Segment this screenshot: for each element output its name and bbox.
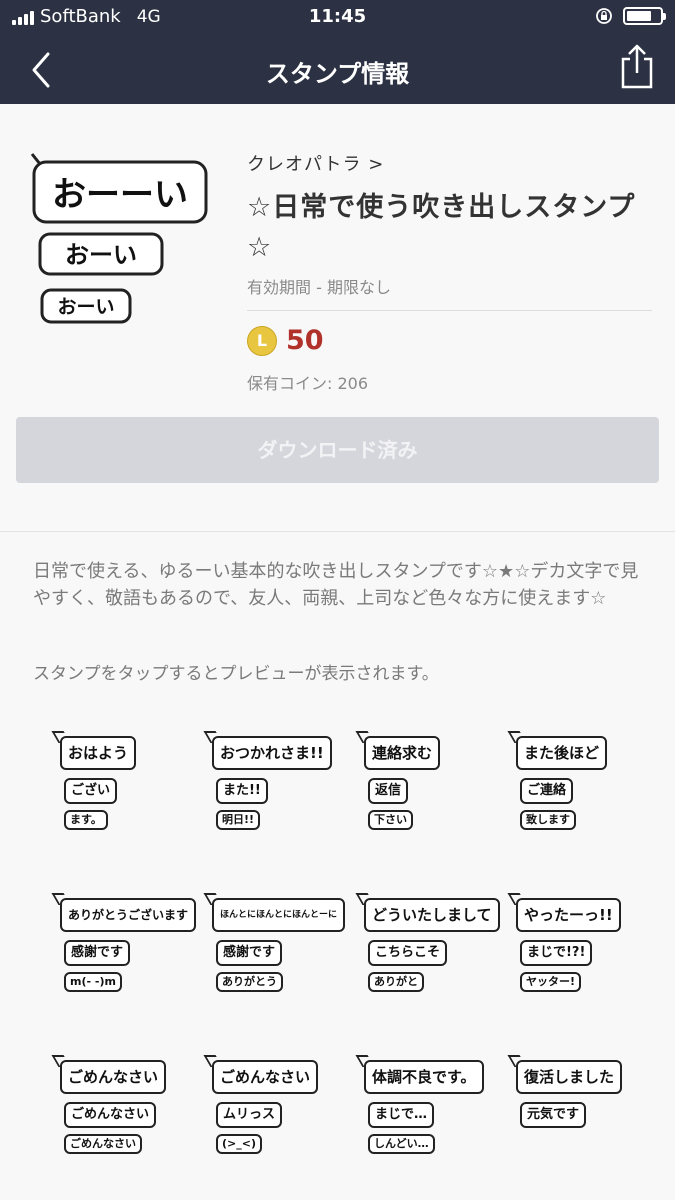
sticker-bubble-line: (>_<)	[216, 1134, 262, 1154]
status-time: 11:45	[308, 6, 367, 27]
sticker-bubble-line: 体調不良です。	[364, 1060, 484, 1094]
sticker-bubble-line: やったーっ!!	[516, 898, 621, 932]
sticker-bubble-line: ご連絡	[520, 778, 574, 804]
validity-text: 有効期間 - 期限なし	[247, 278, 391, 297]
sticker-item[interactable]: ごめんなさいムリっス (>_<)	[202, 1052, 354, 1172]
main-sticker-line-2: おーい	[65, 241, 137, 269]
sticker-bubble-line: ごめんなさい	[212, 1060, 319, 1094]
author-link[interactable]: クレオパトラ >	[247, 150, 384, 176]
sticker-bubble-line: まじで!?!	[520, 940, 593, 966]
sticker-bubble-line: 復活しました	[516, 1060, 623, 1094]
sticker-item[interactable]: おはようございます。	[50, 728, 202, 848]
sticker-bubble-line: ござい	[64, 778, 118, 804]
sticker-item[interactable]: ごめんなさい ごめんなさい ごめんなさい	[50, 1052, 202, 1172]
line-coin-icon: L	[247, 325, 277, 356]
sticker-bubble-line: ありがとうございます	[60, 898, 197, 932]
description: 日常で使える、ゆるーい基本的な吹き出しスタンプです☆★☆デカ文字で見やすく、敬語…	[33, 561, 639, 609]
sticker-bubble-line: m(- -)m	[64, 972, 122, 992]
pack-title: ☆日常で使う吹き出しスタンプ☆	[247, 192, 636, 263]
battery-fill	[627, 11, 651, 21]
divider	[247, 310, 652, 311]
sticker-bubble-line: 感謝です	[64, 940, 131, 966]
sticker-bubble-line: こちらこそ	[368, 940, 448, 966]
price: 50	[286, 325, 324, 356]
main-sticker-line-1: おーーい	[52, 175, 188, 215]
status-bar: SoftBank 4G 11:45	[0, 0, 675, 34]
sticker-bubble-line: 明日!!	[216, 810, 261, 830]
download-button[interactable]: ダウンロード済み	[16, 417, 659, 483]
sticker-bubble-line: ありがとう	[216, 972, 283, 992]
main-sticker-image: おーーい おーい おーい	[28, 150, 218, 330]
section-divider	[0, 531, 675, 532]
sticker-bubble-line: 連絡求む	[364, 736, 441, 770]
sticker-item[interactable]: 復活しました元気です	[506, 1052, 658, 1172]
sticker-grid: おはよう ござい ます。 おつかれさま!! また!! 明日!! 連絡求む 返信 下さい また後ほど…	[50, 728, 640, 1200]
battery-icon	[623, 7, 666, 25]
sticker-item[interactable]: やったーっ!! まじで!?! ヤッター!	[506, 890, 658, 1010]
sticker-item[interactable]: 体調不良です。まじで… しんどい…	[354, 1052, 506, 1172]
sticker-bubble-line: 致します	[520, 810, 576, 830]
sticker-item[interactable]: おつかれさま!! また!! 明日!!	[202, 728, 354, 848]
sticker-item[interactable]: 連絡求む返信下さい	[354, 728, 506, 848]
sticker-bubble-line: どういたしまして	[364, 898, 500, 932]
sticker-bubble-line: また!!	[216, 778, 268, 804]
sticker-bubble-line: まじで…	[368, 1102, 435, 1128]
sticker-item[interactable]: ありがとうございます感謝です m(- -)m	[50, 890, 202, 1010]
sticker-item[interactable]: どういたしましてこちらこそありがと	[354, 890, 506, 1010]
sticker-bubble-line: ます。	[64, 810, 108, 830]
sticker-bubble-line: 元気です	[520, 1102, 587, 1128]
sticker-item[interactable]: ほんとにほんとにほんとーに感謝ですありがとう	[202, 890, 354, 1010]
main-sticker-bubbles: おーーい おーい おーい	[30, 153, 208, 324]
rotation-lock-icon	[596, 8, 612, 24]
sticker-bubble-line: おつかれさま!!	[212, 736, 332, 770]
sticker-bubble-line: 返信	[368, 778, 409, 804]
page-title: スタンプ情報	[265, 60, 410, 88]
sticker-bubble-line: 感謝です	[216, 940, 283, 966]
nav-bar: スタンプ情報	[0, 34, 675, 104]
main-sticker-line-3: おーい	[57, 296, 114, 318]
sticker-bubble-line: おはよう	[60, 736, 137, 770]
owned-coins: 保有コイン: 206	[247, 374, 369, 393]
sticker-bubble-line: ごめんなさい	[64, 1102, 157, 1128]
status-right	[595, 7, 666, 25]
pack-info: クレオパトラ > ☆日常で使う吹き出しスタンプ☆ 有効期間 - 期限なし L 5…	[247, 150, 652, 394]
sticker-bubble-line: ありがと	[368, 972, 424, 992]
sticker-bubble-line: ムリっス	[216, 1102, 283, 1128]
sticker-item[interactable]: また後ほどご連絡致します	[506, 728, 658, 848]
sticker-bubble-line: また後ほど	[516, 736, 608, 770]
sticker-bubble-line: ごめんなさい	[60, 1060, 167, 1094]
sticker-bubble-line: ほんとにほんとにほんとーに	[212, 898, 346, 932]
price-row: L 50	[247, 325, 652, 356]
share-icon[interactable]	[617, 43, 657, 89]
sticker-bubble-line: しんどい…	[368, 1134, 435, 1154]
sticker-bubble-line: ヤッター!	[520, 972, 582, 992]
preview-hint: スタンプをタップするとプレビューが表示されます。	[33, 664, 439, 684]
sticker-bubble-line: 下さい	[368, 810, 413, 830]
sticker-bubble-line: ごめんなさい	[64, 1134, 142, 1154]
